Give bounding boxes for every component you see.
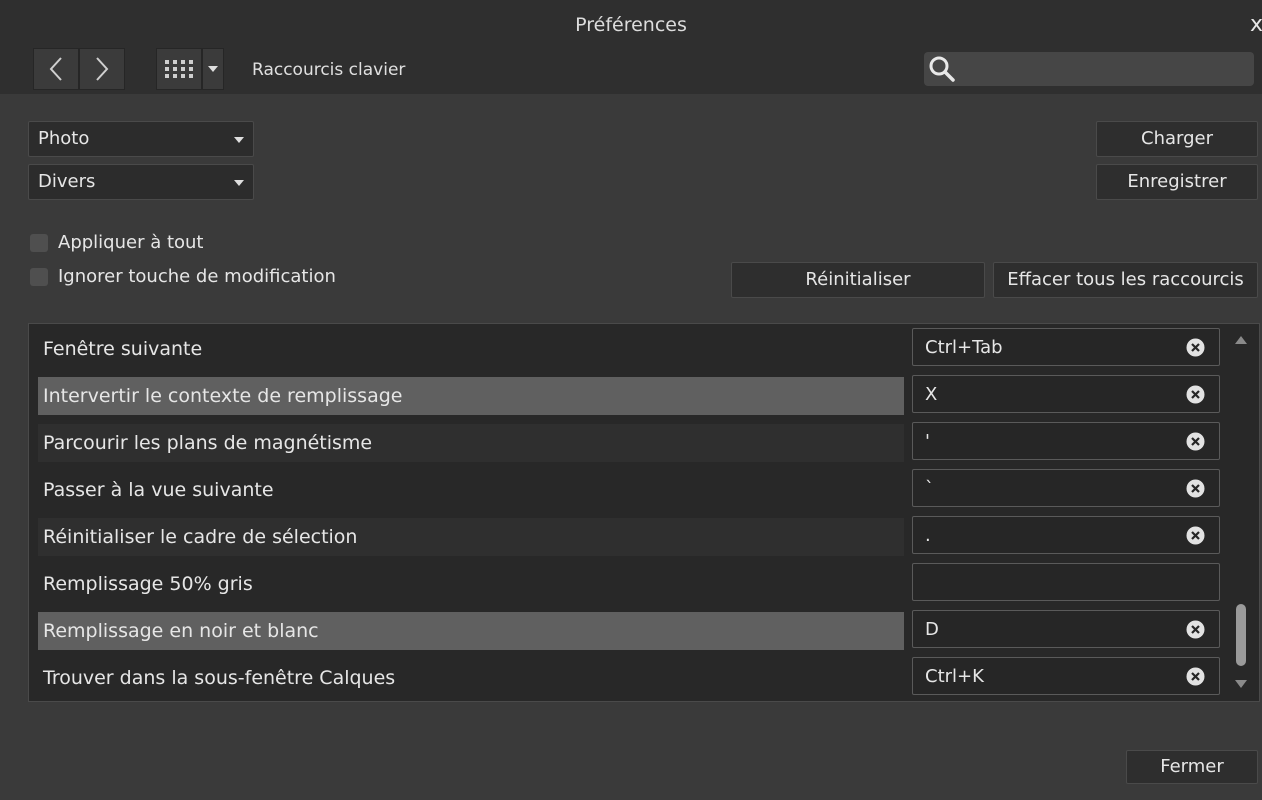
- clear-shortcut-icon[interactable]: [1186, 667, 1205, 686]
- subcategory-dropdown-value: Divers: [38, 171, 96, 192]
- shortcut-row-label[interactable]: Passer à la vue suivante: [38, 471, 904, 509]
- shortcut-field[interactable]: ': [912, 422, 1220, 460]
- grid-view-button[interactable]: [156, 48, 202, 90]
- chevron-right-icon: [96, 57, 109, 81]
- shortcut-row-label[interactable]: Intervertir le contexte de remplissage: [38, 377, 904, 415]
- shortcut-field[interactable]: `: [912, 469, 1220, 507]
- chevron-left-icon: [49, 57, 62, 81]
- grid-menu-caret[interactable]: [202, 48, 224, 90]
- shortcut-row-label[interactable]: Remplissage en noir et blanc: [38, 612, 904, 650]
- shortcut-row-label[interactable]: Réinitialiser le cadre de sélection: [38, 518, 904, 556]
- window-close-icon[interactable]: x: [1250, 10, 1262, 40]
- shortcut-field[interactable]: [912, 563, 1220, 601]
- shortcut-value: ': [925, 431, 930, 452]
- shortcut-value: D: [925, 619, 939, 640]
- clear-shortcut-icon[interactable]: [1186, 479, 1205, 498]
- save-button[interactable]: Enregistrer: [1096, 164, 1258, 200]
- clear-shortcut-icon[interactable]: [1186, 526, 1205, 545]
- window-title: Préférences: [575, 14, 687, 36]
- apply-all-checkbox[interactable]: [30, 234, 48, 252]
- chevron-down-icon: [234, 137, 244, 143]
- ignore-modifier-checkbox[interactable]: [30, 268, 48, 286]
- search-input[interactable]: [924, 52, 1254, 86]
- forward-button[interactable]: [79, 48, 125, 90]
- category-dropdown[interactable]: Photo: [28, 121, 254, 157]
- shortcut-field[interactable]: X: [912, 375, 1220, 413]
- shortcut-row-label[interactable]: Remplissage 50% gris: [38, 565, 904, 603]
- load-button[interactable]: Charger: [1096, 121, 1258, 157]
- shortcut-value: Ctrl+K: [925, 666, 984, 687]
- shortcut-field[interactable]: D: [912, 610, 1220, 648]
- search-icon: [929, 56, 955, 82]
- scrollbar-thumb[interactable]: [1236, 604, 1246, 666]
- shortcut-row-label[interactable]: Trouver dans la sous-fenêtre Calques: [38, 659, 904, 697]
- clear-shortcut-icon[interactable]: [1186, 620, 1205, 639]
- grid-icon: [165, 60, 193, 78]
- category-dropdown-value: Photo: [38, 128, 90, 149]
- caret-down-icon: [208, 66, 218, 72]
- shortcut-value: `: [925, 478, 934, 499]
- clear-shortcut-icon[interactable]: [1186, 432, 1205, 451]
- shortcut-value: .: [925, 525, 931, 546]
- chevron-down-icon: [234, 180, 244, 186]
- shortcut-field[interactable]: .: [912, 516, 1220, 554]
- shortcut-row-label[interactable]: Parcourir les plans de magnétisme: [38, 424, 904, 462]
- shortcut-row-label[interactable]: Fenêtre suivante: [38, 330, 904, 368]
- shortcut-field[interactable]: Ctrl+K: [912, 657, 1220, 695]
- reset-button[interactable]: Réinitialiser: [731, 262, 985, 298]
- scroll-up-arrow[interactable]: [1234, 333, 1248, 347]
- scroll-down-arrow[interactable]: [1234, 677, 1248, 691]
- shortcut-value: Ctrl+Tab: [925, 337, 1003, 358]
- clear-shortcut-icon[interactable]: [1186, 385, 1205, 404]
- shortcut-value: X: [925, 384, 938, 405]
- shortcut-field[interactable]: Ctrl+Tab: [912, 328, 1220, 366]
- back-button[interactable]: [33, 48, 79, 90]
- section-label: Raccourcis clavier: [252, 60, 406, 80]
- clear-all-shortcuts-button[interactable]: Effacer tous les raccourcis: [993, 262, 1258, 298]
- subcategory-dropdown[interactable]: Divers: [28, 164, 254, 200]
- clear-shortcut-icon[interactable]: [1186, 338, 1205, 357]
- ignore-modifier-label: Ignorer touche de modification: [58, 266, 336, 287]
- close-button[interactable]: Fermer: [1126, 750, 1258, 784]
- apply-all-label: Appliquer à tout: [58, 232, 204, 253]
